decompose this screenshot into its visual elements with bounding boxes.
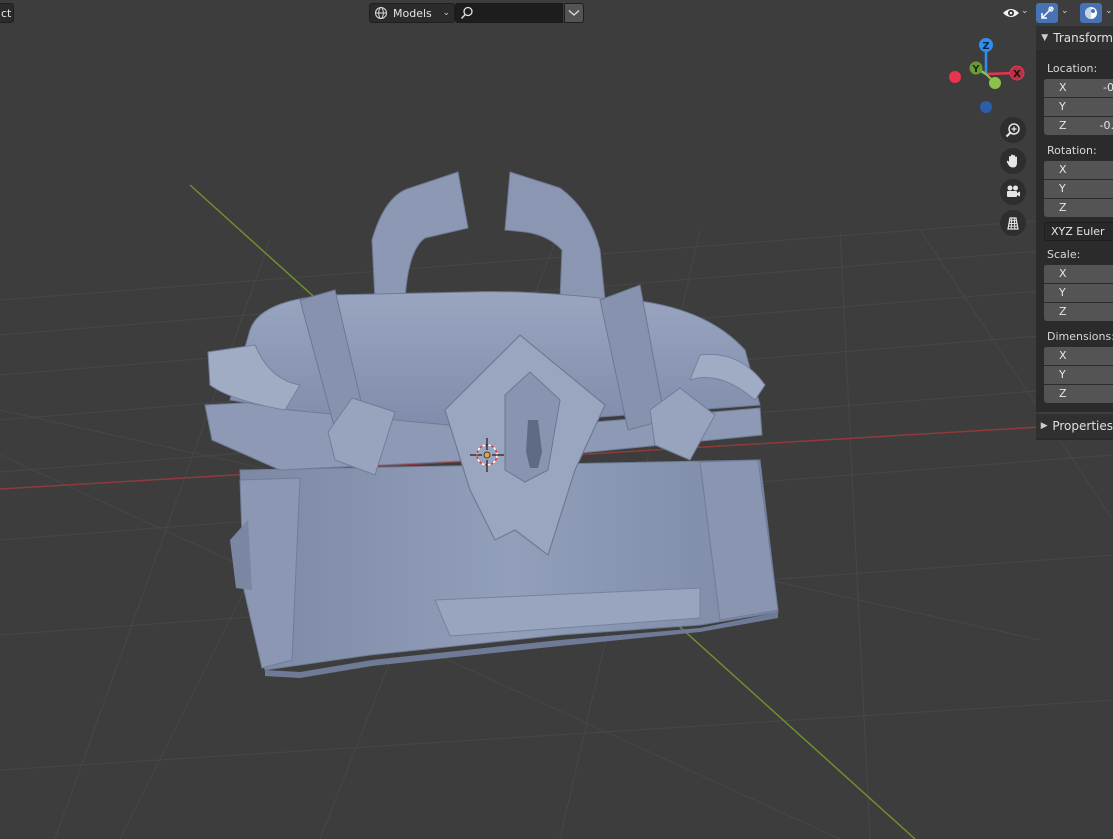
viewport-shading-button[interactable] bbox=[1080, 3, 1102, 23]
dimensions-z-field[interactable]: Z bbox=[1044, 384, 1113, 403]
field-value: -0. bbox=[1099, 119, 1113, 132]
search-icon bbox=[460, 6, 473, 19]
overlays-chevron-down-icon[interactable]: ⌄ bbox=[1021, 6, 1029, 16]
properties-panel-header[interactable]: ▶ Properties bbox=[1036, 414, 1113, 438]
axis-label: X bbox=[1059, 163, 1067, 176]
location-z-field[interactable]: Z -0. bbox=[1044, 116, 1113, 135]
scale-z-field[interactable]: Z bbox=[1044, 302, 1113, 321]
chest-handle-left bbox=[371, 171, 469, 301]
collapsed-arrow-icon: ▶ bbox=[1040, 421, 1048, 431]
chevron-down-icon: ⌄ bbox=[442, 8, 450, 18]
expanded-arrow-icon: ▼ bbox=[1041, 33, 1049, 43]
hand-icon bbox=[1006, 154, 1017, 168]
rotation-mode-dropdown[interactable]: XYZ Euler bbox=[1044, 222, 1113, 241]
chest-handle-right bbox=[504, 171, 606, 301]
perspective-toggle-button[interactable] bbox=[1000, 210, 1026, 236]
gizmo-icon bbox=[1041, 6, 1054, 19]
dimensions-label: Dimensions: bbox=[1047, 330, 1113, 343]
scale-x-field[interactable]: X bbox=[1044, 264, 1113, 283]
dimensions-x-field[interactable]: X bbox=[1044, 346, 1113, 365]
gizmo-toggle-button[interactable] bbox=[1036, 3, 1058, 23]
properties-panel-title: Properties bbox=[1052, 419, 1113, 433]
axis-label: Z bbox=[1059, 119, 1067, 132]
axis-label: X bbox=[1059, 349, 1067, 362]
dimensions-y-field[interactable]: Y bbox=[1044, 365, 1113, 384]
axis-label: Y bbox=[1059, 368, 1066, 381]
filter-dropdown-label: Models bbox=[393, 6, 432, 20]
transform-panel-header[interactable]: ▼ Transform bbox=[1036, 26, 1113, 50]
eye-icon bbox=[1003, 9, 1019, 17]
shading-chevron-down-icon[interactable]: ⌄ bbox=[1105, 6, 1113, 16]
location-y-field[interactable]: Y bbox=[1044, 97, 1113, 116]
axis-label: Z bbox=[1059, 201, 1067, 214]
scale-label: Scale: bbox=[1047, 248, 1081, 261]
axis-label: Z bbox=[1059, 305, 1067, 318]
rotation-y-field[interactable]: Y bbox=[1044, 179, 1113, 198]
gizmo-chevron-down-icon[interactable]: ⌄ bbox=[1061, 6, 1069, 16]
camera-view-button[interactable] bbox=[1000, 179, 1026, 205]
axis-label: X bbox=[1059, 81, 1067, 94]
viewport-shading-icon bbox=[1085, 7, 1097, 19]
globe-icon bbox=[375, 7, 387, 19]
transform-panel-title: Transform bbox=[1053, 31, 1113, 45]
viewport-canvas bbox=[0, 171, 1113, 839]
gizmo-y-label: Y bbox=[971, 64, 980, 75]
view-layer-filter-dropdown[interactable]: Models ⌄ bbox=[369, 3, 455, 23]
axis-label: Z bbox=[1059, 387, 1067, 400]
gizmo-x-label: X bbox=[1013, 69, 1021, 80]
location-x-field[interactable]: X -0 bbox=[1044, 78, 1113, 97]
rotation-label: Rotation: bbox=[1047, 144, 1097, 157]
gizmo-z-label: Z bbox=[982, 41, 989, 52]
gizmo-neg-z-axis[interactable] bbox=[980, 101, 992, 113]
axis-label: Y bbox=[1059, 286, 1066, 299]
pan-tool-button[interactable] bbox=[1000, 148, 1026, 174]
axis-label: X bbox=[1059, 267, 1067, 280]
3d-viewport[interactable] bbox=[0, 0, 1113, 839]
gizmo-neg-x-axis[interactable] bbox=[949, 71, 961, 83]
overlays-toggle-button[interactable] bbox=[1000, 3, 1022, 23]
search-options-button[interactable] bbox=[564, 3, 584, 23]
zoom-icon bbox=[1005, 123, 1020, 138]
rotation-z-field[interactable]: Z bbox=[1044, 198, 1113, 217]
axis-label: Y bbox=[1059, 182, 1066, 195]
select-menu-label: ct bbox=[1, 6, 12, 20]
scale-y-field[interactable]: Y bbox=[1044, 283, 1113, 302]
axis-label: Y bbox=[1059, 100, 1066, 113]
gizmo-neg-y-axis[interactable] bbox=[989, 77, 1001, 89]
zoom-tool-button[interactable] bbox=[1000, 117, 1026, 143]
rotation-x-field[interactable]: X bbox=[1044, 160, 1113, 179]
field-value: -0 bbox=[1103, 81, 1113, 94]
chest-model bbox=[204, 171, 779, 678]
camera-icon bbox=[1007, 185, 1020, 197]
select-menu-button[interactable]: ct bbox=[0, 3, 14, 23]
location-label: Location: bbox=[1047, 62, 1098, 75]
chevron-down-icon bbox=[568, 10, 580, 16]
grid-icon bbox=[1007, 217, 1019, 230]
navigation-gizmo[interactable]: Z X Y bbox=[940, 34, 1030, 120]
